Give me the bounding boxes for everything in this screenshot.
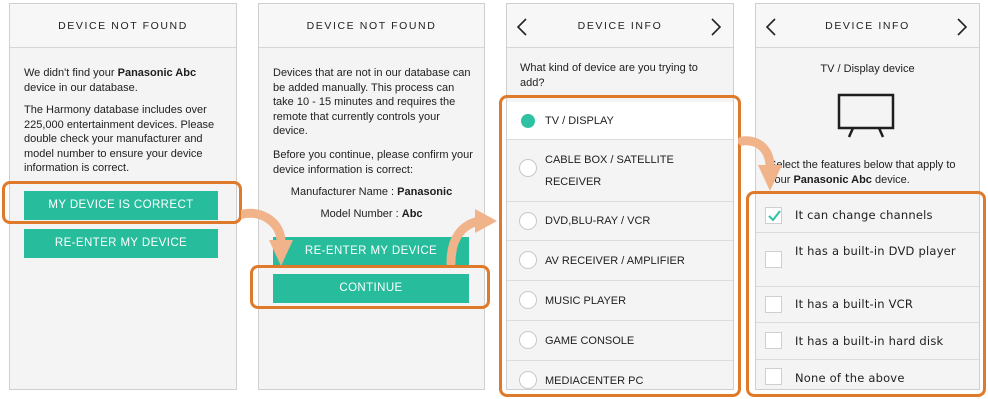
highlight-box-my-device-correct [2,181,242,224]
manufacturer-line: Manufacturer Name : Panasonic [290,186,453,198]
arrow-icon [738,136,782,191]
screen-device-not-found-2: DEVICE NOT FOUND Devices that are not in… [258,3,485,390]
device-type-question: What kind of device are you trying to ad… [520,62,698,89]
manual-add-info: Devices that are not in our database can… [273,67,471,137]
not-found-message: We didn't find your Panasonic Abc device… [24,67,197,94]
brand-name: Panasonic Abc [793,173,872,186]
database-info: The Harmony database includes over 225,0… [24,104,215,174]
manufacturer-value: Panasonic [397,186,453,198]
page-title: DEVICE NOT FOUND [58,20,188,32]
highlight-box-continue [250,265,490,309]
confirm-info: Before you continue, please confirm your… [273,149,473,176]
tv-icon [837,93,895,138]
highlight-box-device-type-list [499,95,741,397]
select-features-instruction: Select the features below that apply to … [769,159,956,186]
page-title: DEVICE INFO [825,20,910,32]
page-title: DEVICE INFO [577,20,663,32]
model-value: Abc [401,208,423,220]
highlight-box-features-list [746,191,986,397]
header: DEVICE INFO [507,4,733,48]
page-title: DEVICE NOT FOUND [306,20,437,32]
chevron-right-icon[interactable] [951,15,971,39]
brand-name: Panasonic Abc [117,67,197,79]
header: DEVICE INFO [756,4,979,48]
header: DEVICE NOT FOUND [10,4,236,48]
re-enter-device-button[interactable]: RE-ENTER MY DEVICE [24,229,218,258]
arrow-icon [446,209,497,265]
re-enter-device-button[interactable]: RE-ENTER MY DEVICE [273,237,469,266]
device-subtitle: TV / Display device [820,63,915,75]
header: DEVICE NOT FOUND [259,4,484,48]
arrow-icon [241,208,293,266]
chevron-right-icon[interactable] [705,15,725,39]
